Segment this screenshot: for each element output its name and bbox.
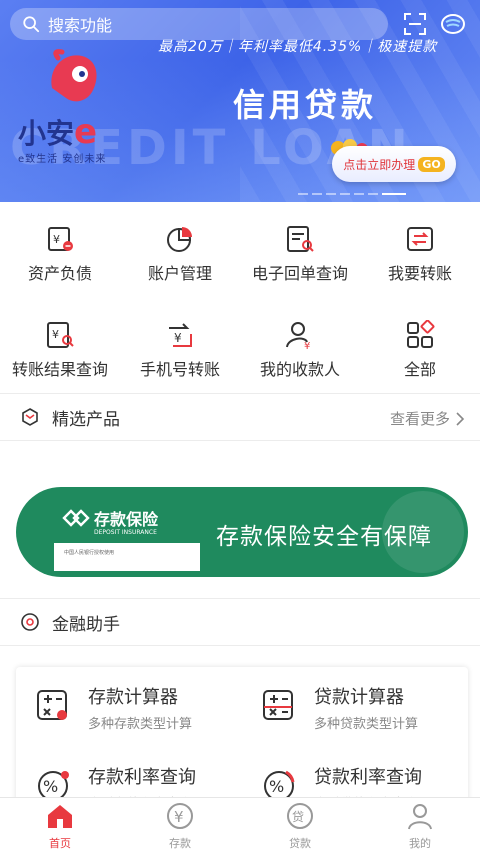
tab-loan[interactable]: 贷 贷款 [240,798,360,854]
menu-item-account[interactable]: 账户管理 [120,210,240,300]
finance-tools-panel: 存款计算器 多种存款类型计算 贷款计算器 多种贷款类型计算 % 存款利率查询 实… [16,667,468,812]
search-icon [23,16,40,33]
banner-title: 信用贷款 [233,86,378,124]
svg-text:贷: 贷 [292,810,304,824]
receipt-search-icon [287,226,314,252]
tab-deposit[interactable]: ¥ 存款 [120,798,240,854]
apply-go-badge: GO [418,156,445,172]
scan-icon[interactable] [404,13,426,35]
tab-label: 贷款 [289,837,311,850]
carousel-dot [354,193,364,195]
carousel-dot [368,193,378,195]
menu-item-receipt[interactable]: 电子回单查询 [240,210,360,300]
divider [0,645,480,646]
tab-mine[interactable]: 我的 [360,798,480,854]
assets-icon: ¥ [48,227,73,251]
insurance-logo-zh: 存款保险 [94,510,159,529]
svg-text:¥: ¥ [174,808,184,826]
menu-label: 全部 [403,360,436,379]
transfer-icon [407,227,433,251]
app-page: 搜索功能 最高20万｜年利率最低4.35%｜极速提款 CREDIT LOAN 信… [0,0,480,854]
carousel-dot [326,193,336,195]
apply-label: 点击立即办理 [343,157,416,172]
tool-desc: 多种贷款类型计算 [314,717,419,732]
pie-chart-icon [167,227,192,252]
tab-label: 首页 [49,837,71,850]
finance-assistant-icon [21,613,39,631]
apply-now-button[interactable]: 点击立即办理 GO [332,146,456,182]
menu-item-transfer-result[interactable]: ¥ 转账结果查询 [0,306,120,396]
menu-item-payee[interactable]: ¥ 我的收款人 [240,306,360,396]
svg-text:%: % [43,777,58,796]
featured-section-header: 精选产品 查看更多 [0,394,480,440]
svg-text:¥: ¥ [52,328,59,341]
divider [0,440,480,441]
insurance-mark-icon [62,509,90,527]
tab-home[interactable]: 首页 [0,798,120,854]
deposit-insurance-logo: 存款保险 DEPOSIT INSURANCE 中国人民银行授权使用 [54,493,200,571]
search-placeholder: 搜索功能 [48,16,113,35]
carousel-dot-active [382,193,406,195]
phone-transfer-icon: ¥ [169,323,192,347]
tool-name: 存款计算器 [88,687,178,708]
svg-text:¥: ¥ [304,341,310,350]
insurance-fine-print: 中国人民银行授权使用 [64,550,115,556]
calculator-icon [263,690,293,720]
menu-label: 转账结果查询 [11,360,108,379]
message-icon[interactable] [441,12,465,36]
finance-title: 金融助手 [52,614,120,635]
menu-label: 账户管理 [147,264,212,283]
tab-label: 我的 [409,837,431,850]
insurance-logo-top: 存款保险 DEPOSIT INSURANCE [54,493,200,543]
menu-label: 我的收款人 [259,360,340,379]
transfer-result-icon: ¥ [47,322,74,348]
menu-label: 资产负债 [27,264,92,283]
yuan-coin-icon: ¥ [167,803,193,829]
bottom-tab-bar: 首页 ¥ 存款 贷 贷款 我的 [0,797,480,854]
tool-name: 存款利率查询 [88,767,196,788]
loan-calculator[interactable]: 贷款计算器 多种贷款类型计算 [242,667,462,741]
menu-item-transfer[interactable]: 我要转账 [360,210,480,300]
finance-section-header: 金融助手 [0,599,480,645]
tool-desc: 多种存款类型计算 [88,717,193,732]
calculator-icon [37,690,67,720]
chevron-right-icon [456,411,465,426]
brand-name: 小安 [18,117,75,150]
svg-text:%: % [269,777,284,796]
brand-e: e [74,112,98,152]
brand-logo: 小安e [18,112,97,152]
tool-name: 贷款利率查询 [314,767,422,788]
svg-text:¥: ¥ [53,233,60,246]
carousel-dot [298,193,308,195]
featured-title: 精选产品 [52,409,120,430]
menu-label: 我要转账 [387,264,452,283]
mascot-icon [51,49,97,102]
menu-label: 电子回单查询 [251,264,348,283]
menu-label: 手机号转账 [139,360,220,379]
menu-item-all[interactable]: 全部 [360,306,480,396]
brand-subtitle: e致生活 安创未来 [18,154,107,165]
deposit-insurance-card[interactable]: 存款保险 DEPOSIT INSURANCE 中国人民银行授权使用 存款保险安全… [16,487,468,577]
home-icon [48,805,72,828]
insurance-slogan: 存款保险安全有保障 [216,524,432,550]
carousel-indicator [298,193,406,195]
menu-item-assets[interactable]: ¥ 资产负债 [0,210,120,300]
tab-label: 存款 [169,837,191,850]
banner-slogan: 最高20万｜年利率最低4.35%｜极速提款 [158,39,438,55]
view-more-link[interactable]: 查看更多 [390,408,466,429]
menu-item-phone-transfer[interactable]: ¥ 手机号转账 [120,306,240,396]
svg-text:¥: ¥ [174,331,182,345]
carousel-dot [340,193,350,195]
promo-banner[interactable]: 搜索功能 最高20万｜年利率最低4.35%｜极速提款 CREDIT LOAN 信… [0,0,480,202]
view-more-label: 查看更多 [389,410,450,428]
loan-icon: 贷 [287,803,313,829]
user-icon [408,804,432,830]
cube-icon [22,408,38,426]
all-apps-icon [407,320,435,348]
tool-name: 贷款计算器 [314,687,404,708]
insurance-logo-en: DEPOSIT INSURANCE [94,529,157,536]
deposit-calculator[interactable]: 存款计算器 多种存款类型计算 [16,667,236,741]
payee-icon: ¥ [286,322,310,350]
carousel-dot [312,193,322,195]
